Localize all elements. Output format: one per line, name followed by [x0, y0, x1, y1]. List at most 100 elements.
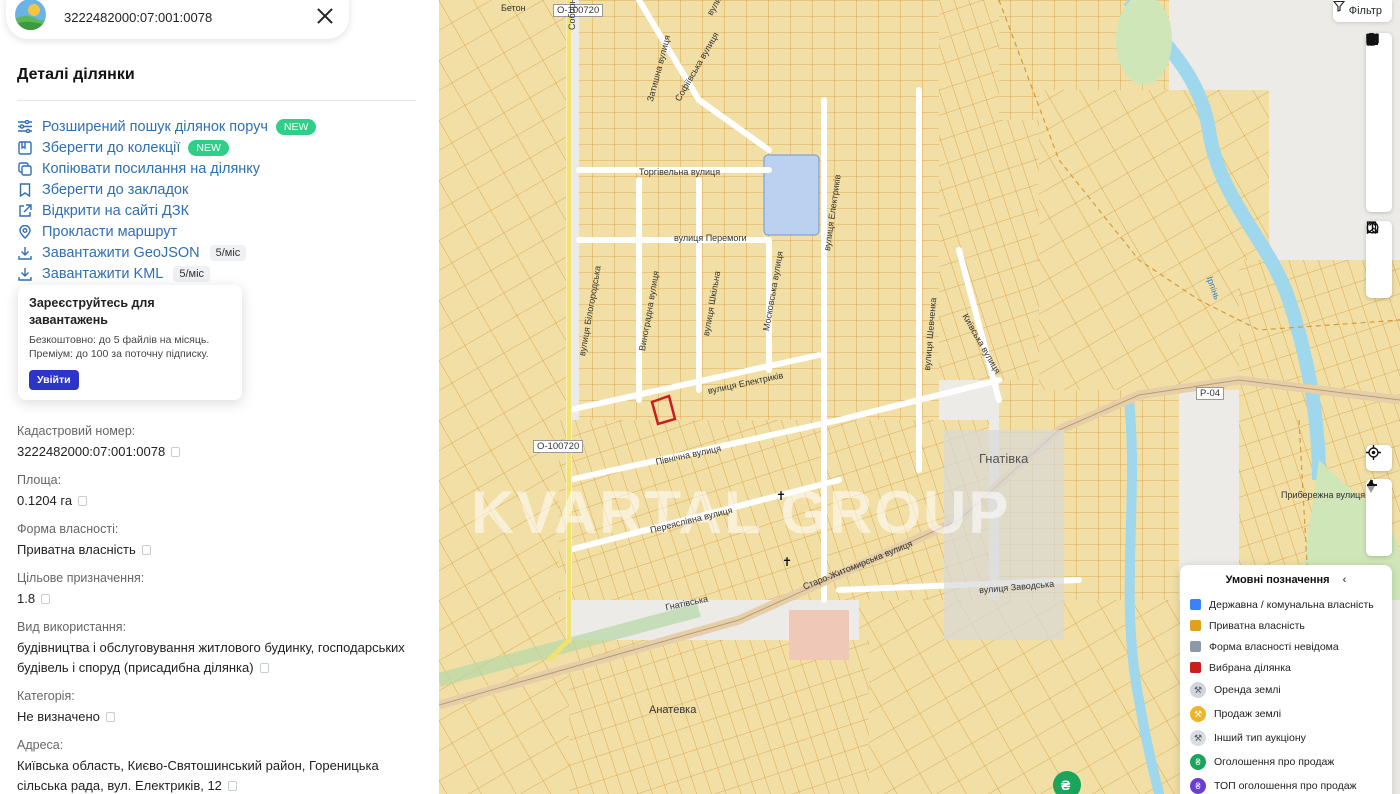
advanced-search-link[interactable]: Розширений пошук ділянок поруч NEW	[17, 116, 317, 137]
unknown-property-swatch	[1190, 641, 1201, 652]
legend-label: Вибрана ділянка	[1209, 661, 1291, 674]
detail-label: Адреса:	[17, 738, 64, 752]
collection-icon	[17, 140, 33, 156]
sliders-icon	[17, 119, 33, 135]
register-text: Безкоштовно: до 5 файлів на місяць. Прем…	[29, 333, 231, 361]
compass-icon[interactable]	[1366, 479, 1392, 556]
action-label: Прокласти маршрут	[42, 223, 178, 240]
register-title: Зареєструйтесь для завантажень	[29, 296, 155, 327]
road-tag: Р-04	[1196, 387, 1225, 400]
chevron-left-icon[interactable]: ‹	[1343, 574, 1347, 586]
legend-label: Оголошення про продаж	[1214, 756, 1335, 768]
street-label: Прибережна вулиця	[1281, 490, 1366, 500]
draw-marker-icon[interactable]	[1366, 33, 1392, 110]
detail-label: Вид використання:	[17, 620, 127, 634]
legend-label: Оренда землі	[1214, 684, 1281, 696]
save-to-bookmarks-link[interactable]: Зберегти до закладок	[17, 179, 316, 200]
lease-icon: ⚒	[1190, 682, 1206, 698]
legend-item: ₴ ТОП оголошення про продаж	[1190, 774, 1382, 794]
legend-item: Приватна власність	[1190, 615, 1382, 636]
legend-title-text: Умовні позначення	[1225, 574, 1330, 586]
area-value: 0.1204 га	[17, 493, 73, 508]
download-geojson-link[interactable]: Завантажити GeoJSON 5/міс	[17, 242, 316, 263]
panel-title: Деталі ділянки	[17, 66, 135, 83]
copy-link-icon	[17, 161, 33, 177]
copy-link-link[interactable]: Копіювати посилання на ділянку	[17, 158, 316, 179]
usage-value: будівництва і обслуговування житлового б…	[17, 640, 405, 675]
cadastral-map[interactable]: ✝ ✝ ₴ KVARTAL GROUP Гнатівка Анатевка О-…	[439, 0, 1400, 794]
divider	[17, 100, 416, 101]
bookmark-icon	[17, 182, 33, 198]
copy-icon[interactable]	[41, 594, 51, 604]
locate-control	[1366, 445, 1392, 471]
actions-list: Розширений пошук ділянок поруч NEW Збере…	[17, 116, 317, 284]
detail-value: 3222482000:07:001:0078	[17, 442, 417, 462]
register-line: Преміум: до 100 за поточну підписку.	[29, 348, 209, 360]
draw-polygon-icon[interactable]	[1366, 34, 1392, 85]
search-bar[interactable]: 3222482000:07:001:0078	[6, 0, 349, 39]
locate-icon[interactable]	[1366, 445, 1392, 471]
search-input[interactable]: 3222482000:07:001:0078	[64, 10, 212, 25]
copy-icon[interactable]	[105, 712, 115, 722]
top-icon: ₴	[1190, 778, 1206, 794]
legend-label: Продаж землі	[1214, 708, 1282, 720]
draw-arrow-icon[interactable]	[1366, 34, 1392, 187]
bookmarks-icon[interactable]	[1366, 221, 1392, 298]
zoom-out-icon[interactable]	[1366, 484, 1392, 531]
detail-label: Форма власності:	[17, 522, 119, 536]
filter-button[interactable]: Фільтр	[1332, 0, 1392, 22]
legend-label: Приватна власність	[1209, 619, 1305, 632]
register-line: Безкоштовно: до 5 файлів на місяць.	[29, 334, 210, 346]
svg-text:₴: ₴	[1061, 777, 1071, 793]
copy-icon[interactable]	[141, 545, 151, 555]
parcel-details: Кадастровий номер: 3222482000:07:001:007…	[17, 413, 417, 794]
details-panel: 3222482000:07:001:0078 Деталі ділянки Ро…	[0, 0, 439, 794]
copy-icon[interactable]	[78, 496, 88, 506]
draw-circle-icon[interactable]	[1366, 33, 1392, 136]
history-icon[interactable]	[1366, 221, 1392, 273]
category-value: Не визначено	[17, 709, 100, 724]
action-label: Відкрити на сайті ДЗК	[42, 202, 190, 219]
road-tag: О-100720	[533, 440, 584, 453]
detail-value: Приватна власність	[17, 540, 417, 560]
draw-rectangle-icon[interactable]	[1366, 33, 1392, 161]
place-label: Бетон	[501, 3, 526, 13]
zoom-control	[1366, 479, 1392, 556]
legend-label: Державна / комунальна власність	[1209, 598, 1374, 611]
share-toolbar	[1366, 221, 1392, 298]
legend-title: Умовні позначення ‹	[1190, 574, 1382, 586]
auction-icon: ⚒	[1190, 730, 1206, 746]
legend-item: Вибрана ділянка	[1190, 657, 1382, 678]
watermark: KVARTAL GROUP	[471, 479, 1011, 546]
legend-item: ₴ Оголошення про продаж	[1190, 750, 1382, 774]
legend-label: Інший тип аукціону	[1214, 732, 1306, 744]
open-dzk-link[interactable]: Відкрити на сайті ДЗК	[17, 200, 316, 221]
external-link-icon	[17, 203, 33, 219]
detail-value: 0.1204 га	[17, 491, 417, 511]
copy-icon[interactable]	[259, 663, 269, 673]
legend-item: ⚒ Продаж землі	[1190, 702, 1382, 726]
copy-icon[interactable]	[171, 447, 181, 457]
map-legend: Умовні позначення ‹ Державна / комунальн…	[1180, 565, 1392, 794]
close-icon[interactable]	[315, 6, 335, 26]
trash-icon[interactable]	[1366, 33, 1392, 212]
hryvnia-icon: ₴	[1190, 754, 1206, 770]
register-popover: Зареєструйтесь для завантажень Безкоштов…	[18, 285, 242, 400]
detail-value: Не визначено	[17, 707, 417, 727]
legend-item: Державна / комунальна власність	[1190, 594, 1382, 615]
build-route-link[interactable]: Прокласти маршрут	[17, 221, 316, 242]
detail-label: Площа:	[17, 473, 62, 487]
action-label: Копіювати посилання на ділянку	[42, 160, 261, 177]
road-tag: О-100720	[553, 4, 604, 17]
detail-label: Кадастровий номер:	[17, 424, 136, 438]
detail-value: Київська область, Києво-Святошинський ра…	[17, 756, 417, 794]
download-kml-link[interactable]: Завантажити KML 5/міс	[17, 263, 316, 284]
detail-value: будівництва і обслуговування житлового б…	[17, 638, 417, 678]
action-label: Завантажити KML	[42, 265, 164, 282]
copy-icon[interactable]	[227, 781, 237, 791]
street-label: Торгівельна вулиця	[639, 167, 721, 177]
login-button[interactable]: Увійти	[29, 370, 79, 390]
download-icon	[17, 266, 33, 282]
purpose-value: 1.8	[17, 591, 36, 606]
save-to-collection-link[interactable]: Зберегти до колекції NEW	[17, 137, 316, 158]
